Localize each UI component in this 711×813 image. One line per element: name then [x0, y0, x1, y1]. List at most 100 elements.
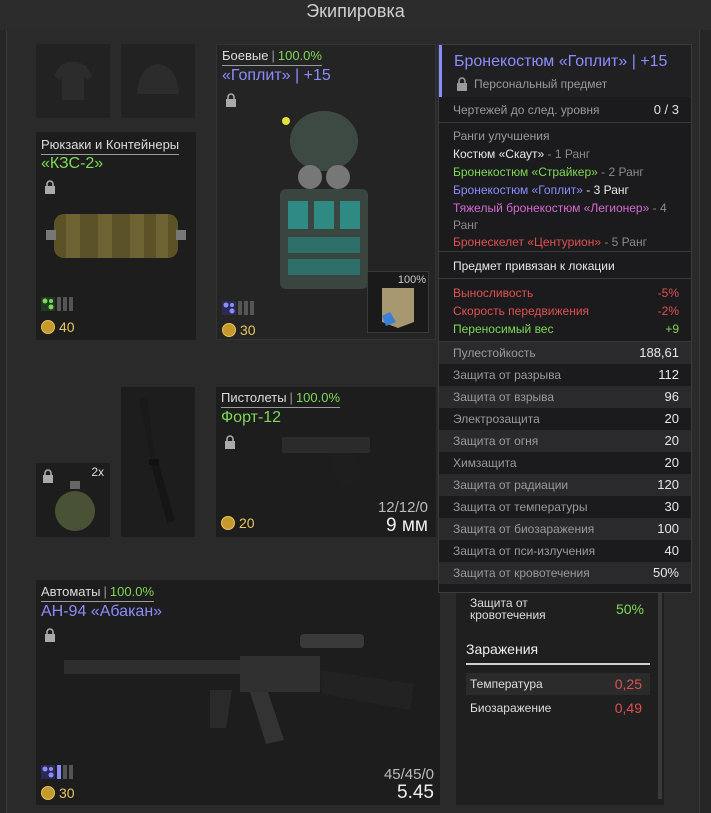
rank-level: - 2 Ранг: [597, 165, 644, 179]
coin-icon: [41, 320, 55, 334]
panel-scrollbar[interactable]: [658, 593, 662, 799]
mod-blue-icon: [41, 765, 55, 779]
stat-label: Защита от огня: [453, 434, 539, 448]
modifier-row: Выносливость -5%: [439, 284, 691, 302]
item-tooltip: Бронекостюм «Гоплит» | +15 Персональный …: [438, 44, 692, 593]
armor-slot[interactable]: Боевые | 100.0% «Гоплит» | +15 100% 30: [216, 44, 436, 340]
stat-label: Пулестойкость: [453, 346, 536, 360]
stat-row: Защита от кровотечения 50%: [439, 562, 691, 584]
stat-label: Защита от радиации: [453, 478, 569, 492]
infection-divider: [466, 663, 650, 665]
bleed-value: 50%: [615, 601, 644, 617]
rank-line: Тяжелый бронекостюм «Легионер» - 4 Ранг: [453, 200, 683, 234]
armor-condition: 100.0%: [277, 48, 322, 63]
armor-price: 30: [240, 322, 256, 338]
lock-icon: [457, 77, 467, 91]
armor-plate-slot[interactable]: 100%: [367, 271, 429, 333]
stat-row: Химзащита 20: [439, 452, 691, 474]
knife-icon: [139, 397, 175, 523]
grenade-icon: [55, 481, 95, 531]
stat-row: Защита от огня 20: [439, 430, 691, 452]
rank-line: Костюм «Скаут» - 1 Ранг: [453, 146, 683, 163]
helmet-slot[interactable]: [121, 44, 195, 118]
shirt-slot[interactable]: [36, 44, 110, 118]
stat-value: 112: [658, 367, 679, 382]
rank-level: - 5 Ранг: [601, 235, 647, 249]
infection-label: Температура: [470, 677, 543, 691]
stat-row: Защита от радиации 120: [439, 474, 691, 496]
rifle-price: 30: [59, 785, 75, 801]
pistol-image: [282, 437, 370, 487]
infection-label: Биозаражение: [470, 701, 552, 715]
coin-icon: [222, 323, 236, 337]
armor-name: «Гоплит» | +15: [222, 67, 331, 84]
rank-name: Бронекостюм «Страйкер»: [453, 165, 598, 179]
modifier-value: +9: [665, 322, 679, 336]
modifier-row: Переносимый вес +9: [439, 320, 691, 338]
stat-label: Защита от пси-излучения: [453, 544, 596, 558]
infection-row: Биозаражение 0,49: [466, 697, 650, 719]
armor-mods: [222, 301, 254, 315]
modifier-label: Выносливость: [453, 286, 534, 300]
pistol-slot[interactable]: Пистолеты | 100.0% Форт-12 12/12/0 9 мм 20: [216, 387, 436, 537]
pistol-price: 20: [239, 515, 255, 531]
rank-level: - 3 Ранг: [582, 183, 629, 197]
lock-icon: [45, 180, 55, 194]
blueprints-value: 0 / 3: [653, 102, 679, 117]
bleed-label: Защита от кровотечения: [470, 596, 546, 622]
rifle-image: [64, 634, 414, 744]
stat-value: 100: [657, 521, 679, 536]
rifle-ammo: 45/45/0: [383, 766, 434, 783]
modifier-value: -2%: [657, 304, 679, 318]
armor-category: Боевые: [222, 48, 269, 63]
grenade-count: 2x: [91, 465, 104, 479]
stat-row: Защита от биозаражения 100: [439, 518, 691, 540]
rank-line: Бронекостюм «Страйкер» - 2 Ранг: [453, 164, 683, 181]
stat-row: Пулестойкость 188,61: [439, 342, 691, 364]
rank-name: Бронескелет «Центурион»: [453, 235, 601, 249]
stat-value: 20: [664, 455, 679, 470]
stat-row: Электрозащита 20: [439, 408, 691, 430]
ranks-header: Ранги улучшения: [453, 129, 550, 143]
infection-value: 0,49: [614, 700, 642, 716]
stats-panel: Защита от кровотечения 50% Заражения Тем…: [456, 593, 664, 805]
stat-value: 188,61: [639, 345, 679, 360]
infection-header: Заражения: [466, 641, 539, 657]
armor-plate-icon: [382, 288, 414, 328]
backpack-container-image: [46, 214, 186, 258]
pistol-condition: 100.0%: [295, 390, 341, 405]
lock-icon: [225, 435, 235, 449]
helmet-icon: [137, 64, 179, 94]
grenade-slot[interactable]: 2x: [36, 463, 110, 537]
stat-value: 120: [657, 477, 679, 492]
stat-label: Защита от взрыва: [453, 390, 555, 404]
rifle-caliber: 5.45: [397, 782, 434, 803]
stat-label: Химзащита: [453, 456, 517, 470]
modifier-label: Скорость передвижения: [453, 304, 590, 318]
backpack-slot[interactable]: Рюкзаки и Контейнеры «КЗС-2» 40: [36, 132, 196, 340]
stat-label: Электрозащита: [453, 412, 540, 426]
stat-value: 30: [664, 499, 679, 514]
stat-row: Защита от разрыва 112: [439, 364, 691, 386]
tooltip-title: Бронекостюм «Гоплит» | +15: [454, 53, 668, 70]
rank-name: Бронекостюм «Гоплит»: [453, 183, 583, 197]
rifle-category: Автоматы: [41, 584, 101, 599]
backpack-price: 40: [59, 319, 75, 335]
rank-name: Тяжелый бронекостюм «Легионер»: [453, 201, 650, 215]
stat-value: 96: [664, 389, 679, 404]
stat-row: Защита от температуры 30: [439, 496, 691, 518]
coin-icon: [221, 516, 235, 530]
rifle-condition: 100.0%: [109, 584, 154, 599]
modifier-row: Скорость передвижения -2%: [439, 302, 691, 320]
rifle-slot[interactable]: Автоматы | 100.0% АН-94 «Абакан» 30 45/45/…: [36, 580, 440, 805]
knife-slot[interactable]: [121, 387, 195, 537]
tooltip-subtitle: Персональный предмет: [474, 77, 608, 91]
bound-note: Предмет привязан к локации: [453, 259, 615, 273]
mod-green-icon: [41, 297, 55, 311]
stat-row: Защита от пси-излучения 40: [439, 540, 691, 562]
pistol-category: Пистолеты: [221, 390, 287, 405]
stat-label: Защита от кровотечения: [453, 566, 590, 580]
infection-row: Температура 0,25: [466, 673, 650, 695]
rifle-name: АН-94 «Абакан»: [41, 603, 163, 620]
pistol-caliber: 9 мм: [386, 515, 428, 536]
